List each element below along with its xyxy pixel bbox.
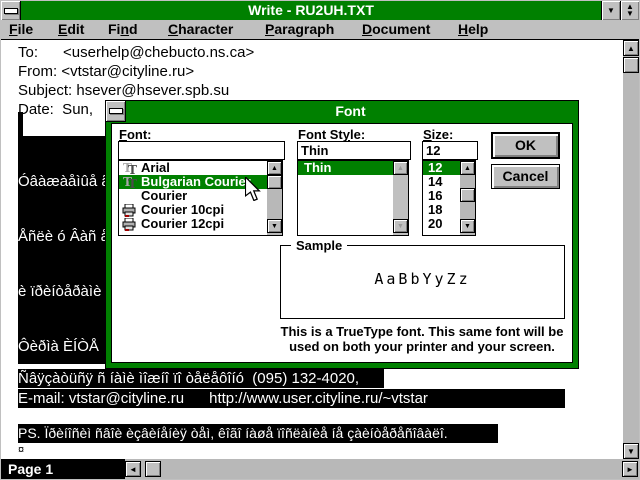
- selected-phone-line: Ñâÿçàòüñÿ ñ íàìè ìîæíî ïî òåëåôîíó (095)…: [18, 369, 384, 388]
- scroll-down-icon: ▼: [271, 223, 278, 230]
- menu-file[interactable]: File: [9, 20, 33, 38]
- scroll-up-button[interactable]: ▲: [267, 161, 282, 175]
- scroll-up-icon: ▲: [627, 44, 635, 53]
- font-input[interactable]: Bulgarian Courier: [118, 141, 285, 160]
- printer-icon: [122, 204, 141, 217]
- selected-ps-line: PS. Ïðèíîñèì ñâîè èçâèíåíèÿ òåì, êîãî íà…: [18, 424, 498, 443]
- doc-line-from: From: <vtstar@cityline.ru>: [18, 63, 194, 80]
- font-style-input[interactable]: Thin: [297, 141, 411, 160]
- dialog-control-menu-icon: [109, 108, 123, 114]
- font-label: Font:: [119, 127, 152, 142]
- selection-mark: [18, 112, 23, 136]
- style-list-scrollbar: ▲ ▼: [393, 161, 408, 235]
- restore-icon: ▲▼: [621, 1, 639, 17]
- control-menu-icon: [4, 8, 18, 14]
- menu-help[interactable]: Help: [458, 20, 488, 38]
- scroll-up-icon: ▲: [397, 165, 404, 172]
- scroll-down-button[interactable]: ▼: [623, 443, 639, 459]
- font-list-item[interactable]: Courier 12cpi: [119, 217, 282, 231]
- size-list-scrollbar[interactable]: ▲ ▼: [460, 161, 475, 235]
- control-menu-button[interactable]: [1, 1, 21, 20]
- doc-line-subject: Subject: hsever@hsever.spb.su: [18, 82, 229, 99]
- font-list-item[interactable]: Arial: [119, 161, 282, 175]
- menu-document[interactable]: Document: [362, 20, 430, 38]
- sample-preview-text: AaBbYyZz: [281, 270, 564, 288]
- selected-email-line: E-mail: vtstar@cityline.ru http://www.us…: [18, 389, 565, 408]
- horizontal-scroll-thumb[interactable]: [145, 461, 161, 477]
- end-of-document-mark: ¤: [18, 444, 24, 456]
- size-listbox[interactable]: 12 14 16 18 20 ▲ ▼: [422, 160, 476, 236]
- scroll-up-button[interactable]: ▲: [460, 161, 475, 175]
- scroll-right-button[interactable]: ►: [622, 461, 638, 477]
- printer-icon: [122, 218, 141, 231]
- truetype-note-line2: used on both your printer and your scree…: [272, 339, 572, 354]
- scroll-down-icon: ▼: [627, 447, 635, 456]
- scroll-down-button[interactable]: ▼: [267, 219, 282, 233]
- horizontal-scrollbar[interactable]: ◄ ►: [125, 459, 639, 479]
- title-bar[interactable]: Write - RU2UH.TXT ▼ ▲▼: [1, 1, 639, 20]
- ok-button[interactable]: OK: [491, 132, 560, 159]
- scroll-up-icon: ▲: [271, 165, 278, 172]
- font-dialog: Font Font: Bulgarian Courier Arial Bulga…: [105, 100, 579, 369]
- menu-find[interactable]: Find: [108, 20, 138, 38]
- page-status: Page 1: [1, 459, 125, 479]
- dialog-control-menu-button[interactable]: [106, 101, 126, 122]
- minimize-icon: ▼: [607, 6, 615, 15]
- vertical-scroll-thumb[interactable]: [623, 57, 639, 73]
- size-input[interactable]: 12: [422, 141, 478, 160]
- scroll-up-disabled-button: ▲: [393, 161, 408, 175]
- size-label: Size:: [423, 127, 453, 142]
- menu-character[interactable]: Character: [168, 20, 233, 38]
- menu-edit[interactable]: Edit: [58, 20, 84, 38]
- mouse-cursor-icon: [245, 177, 261, 206]
- sample-group: Sample AaBbYyZz: [280, 245, 565, 319]
- scroll-down-icon: ▼: [464, 223, 471, 230]
- menu-paragraph[interactable]: Paragraph: [265, 20, 334, 38]
- truetype-icon: [122, 176, 139, 189]
- restore-button[interactable]: ▲▼: [620, 1, 639, 20]
- cancel-button[interactable]: Cancel: [491, 164, 560, 189]
- menu-bar: File Edit Find Character Paragraph Docum…: [1, 20, 639, 40]
- write-window: Write - RU2UH.TXT ▼ ▲▼ File Edit Find Ch…: [0, 0, 640, 480]
- style-list-item-selected[interactable]: Thin: [298, 161, 408, 175]
- scroll-left-button[interactable]: ◄: [125, 461, 141, 477]
- selected-text-block: Óâàæàåìûå ã Åñëè ó Âàñ å è ïðèíòåðàìè Ôè…: [18, 136, 105, 364]
- dialog-content: Font: Bulgarian Courier Arial Bulgarian …: [111, 123, 573, 363]
- vertical-scrollbar[interactable]: ▲ ▼: [623, 40, 639, 459]
- font-list-scroll-thumb[interactable]: [267, 175, 282, 189]
- scroll-right-icon: ►: [626, 465, 634, 474]
- window-title: Write - RU2UH.TXT: [21, 1, 601, 20]
- scroll-down-icon: ▼: [397, 223, 404, 230]
- scroll-left-icon: ◄: [129, 465, 137, 474]
- font-list-scrollbar[interactable]: ▲ ▼: [267, 161, 282, 235]
- scroll-down-button[interactable]: ▼: [460, 219, 475, 233]
- doc-line-date: Date: Sun,: [18, 101, 93, 118]
- scroll-down-disabled-button: ▼: [393, 219, 408, 233]
- sample-group-label: Sample: [291, 238, 347, 253]
- scroll-up-button[interactable]: ▲: [623, 40, 639, 56]
- doc-line-to: To: <userhelp@chebucto.ns.ca>: [18, 44, 254, 61]
- minimize-button[interactable]: ▼: [601, 1, 620, 20]
- font-style-label: Font Style:: [298, 127, 365, 142]
- font-style-listbox[interactable]: Thin ▲ ▼: [297, 160, 409, 236]
- truetype-note-line1: This is a TrueType font. This same font …: [272, 324, 572, 339]
- truetype-icon: [122, 162, 139, 175]
- dialog-title[interactable]: Font: [125, 101, 576, 121]
- scroll-up-icon: ▲: [464, 165, 471, 172]
- size-list-scroll-thumb[interactable]: [460, 188, 475, 202]
